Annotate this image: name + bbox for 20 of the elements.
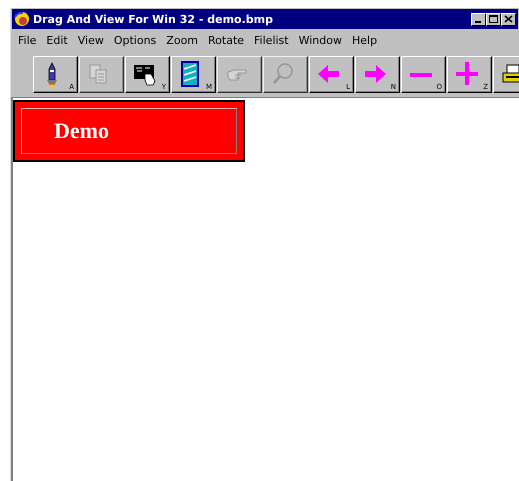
pointing-hand-icon [226, 68, 248, 80]
menu-item[interactable]: Help [346, 34, 382, 47]
minimize-button[interactable] [471, 12, 486, 26]
menu-item[interactable]: Window [294, 34, 347, 47]
close-button[interactable] [501, 12, 516, 26]
menu-item[interactable]: Zoom [161, 34, 204, 47]
menu-item[interactable]: Edit [41, 34, 73, 47]
menu-item[interactable]: Filelist [249, 34, 294, 47]
app-icon [14, 11, 30, 27]
window-title: Drag And View For Win 32 - demo.bmp [33, 12, 274, 26]
close-icon [504, 15, 513, 23]
menu-item[interactable]: View [72, 34, 109, 47]
menu-item[interactable]: Rotate [203, 34, 250, 47]
minus-icon [408, 72, 432, 78]
maximize-icon [489, 15, 498, 23]
banner-text: Demo [54, 118, 109, 144]
menu-item[interactable]: Options [108, 34, 162, 47]
maximize-button[interactable] [486, 12, 501, 26]
menu-item[interactable]: File [13, 34, 42, 47]
plus-icon [454, 61, 478, 88]
